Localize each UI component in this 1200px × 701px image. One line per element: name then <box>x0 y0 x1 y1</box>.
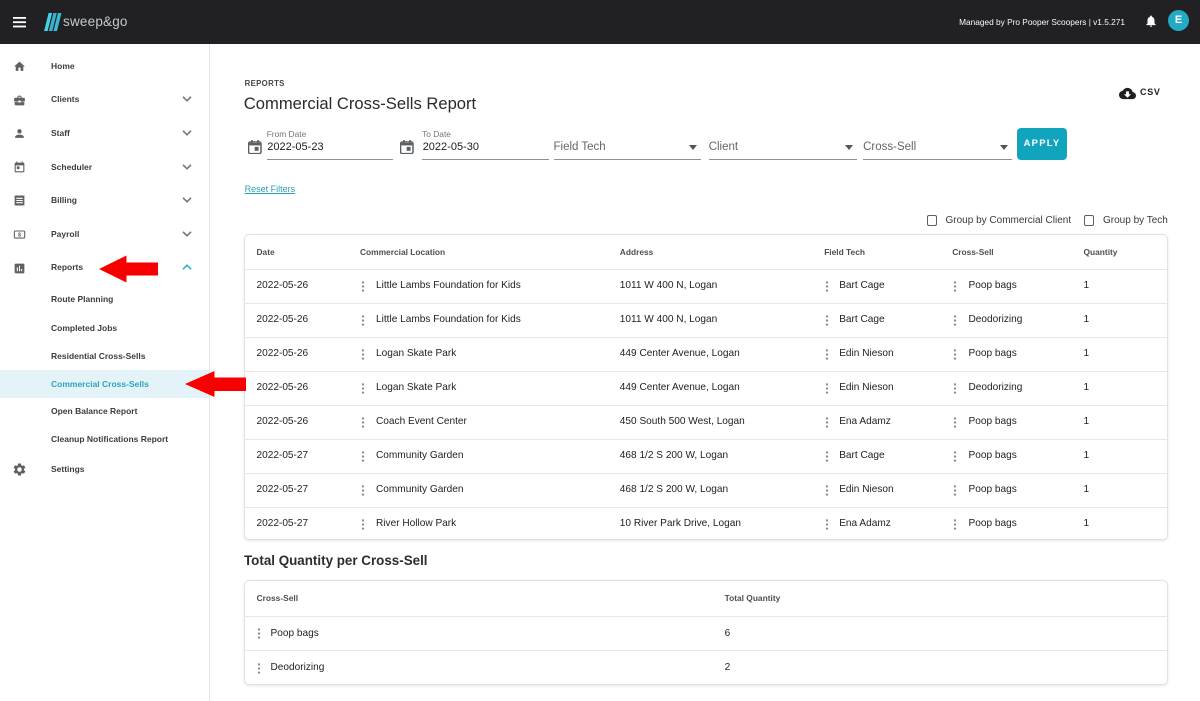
svg-text:$: $ <box>18 232 21 238</box>
